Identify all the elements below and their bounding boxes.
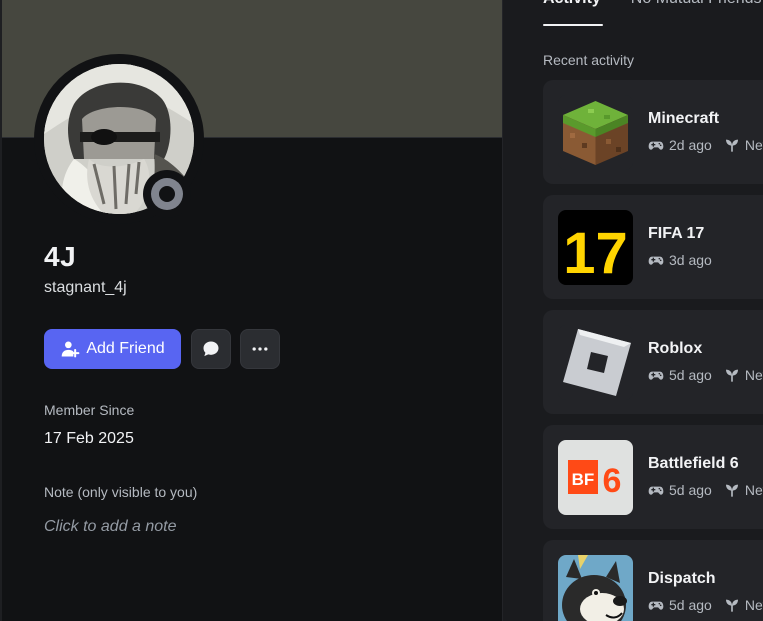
minecraft-icon xyxy=(558,95,633,170)
game-title: Dispatch xyxy=(648,570,716,587)
fifa17-icon: 17 xyxy=(558,210,633,285)
status-indicator xyxy=(143,170,191,218)
offline-status-icon xyxy=(151,178,183,210)
gamepad-icon xyxy=(648,486,664,495)
display-name: 4J xyxy=(44,241,77,272)
activity-card-minecraft[interactable]: Minecraft 2d ago New xyxy=(543,80,763,184)
sprout-icon xyxy=(725,599,738,612)
game-title: Battlefield 6 xyxy=(648,455,739,472)
activity-new-label: New xyxy=(744,597,763,613)
activity-card-fifa17[interactable]: 17 FIFA 17 3d ago xyxy=(543,195,763,299)
tab-activity[interactable]: Activity xyxy=(543,0,601,8)
activity-meta: 5d ago New xyxy=(648,482,763,498)
roblox-icon xyxy=(558,325,633,400)
activity-meta: 3d ago xyxy=(648,252,712,268)
dispatch-icon xyxy=(558,555,633,621)
game-title: FIFA 17 xyxy=(648,225,705,242)
active-tab-indicator xyxy=(543,24,603,26)
message-button[interactable] xyxy=(191,329,231,369)
gamepad-icon xyxy=(648,141,664,150)
bf-icon-number: 6 xyxy=(603,462,622,500)
gamepad-icon xyxy=(648,256,664,265)
activity-time: 5d ago xyxy=(669,597,712,613)
note-label: Note (only visible to you) xyxy=(44,484,198,500)
activity-meta: 2d ago New xyxy=(648,137,763,153)
activity-card-battlefield6[interactable]: BF 6 Battlefield 6 5d ago New xyxy=(543,425,763,529)
member-since-date: 17 Feb 2025 xyxy=(44,430,134,447)
battlefield6-icon: BF 6 xyxy=(558,440,633,515)
activity-time: 5d ago xyxy=(669,482,712,498)
sprout-icon xyxy=(725,139,738,152)
note-input[interactable]: Click to add a note xyxy=(44,518,177,536)
more-options-button[interactable] xyxy=(240,329,280,369)
recent-activity-heading: Recent activity xyxy=(543,52,635,68)
activity-new-label: New xyxy=(744,482,763,498)
activity-card-dispatch[interactable]: Dispatch 5d ago New xyxy=(543,540,763,621)
avatar-frame xyxy=(34,54,204,224)
activity-card-roblox[interactable]: Roblox 5d ago New xyxy=(543,310,763,414)
activity-new-label: New xyxy=(744,367,763,383)
more-dots-icon xyxy=(252,347,268,351)
game-title: Minecraft xyxy=(648,110,720,127)
activity-panel: Activity No Mutual Friends Recent activi… xyxy=(502,0,763,621)
activity-meta: 5d ago New xyxy=(648,597,763,613)
profile-tabs: Activity No Mutual Friends xyxy=(543,0,762,8)
sprout-icon xyxy=(725,484,738,497)
add-friend-button[interactable]: Add Friend xyxy=(44,329,181,369)
activity-meta: 5d ago New xyxy=(648,367,763,383)
chat-bubble-icon xyxy=(203,341,219,357)
add-friend-icon xyxy=(62,341,80,358)
sprout-icon xyxy=(725,369,738,382)
member-since-label: Member Since xyxy=(44,402,135,418)
game-title: Roblox xyxy=(648,340,703,357)
activity-time: 5d ago xyxy=(669,367,712,383)
fifa-icon-text: 17 xyxy=(563,221,628,285)
activity-time: 2d ago xyxy=(669,137,712,153)
gamepad-icon xyxy=(648,371,664,380)
gamepad-icon xyxy=(648,601,664,610)
add-friend-label: Add Friend xyxy=(86,340,165,357)
profile-panel: 4J stagnant_4j Add Friend Member Since 1… xyxy=(0,0,502,621)
bf-icon-text: BF xyxy=(572,470,595,489)
activity-new-label: New xyxy=(744,137,763,153)
tab-mutual-friends[interactable]: No Mutual Friends xyxy=(631,0,762,8)
username: stagnant_4j xyxy=(44,279,127,296)
activity-time: 3d ago xyxy=(669,252,712,268)
